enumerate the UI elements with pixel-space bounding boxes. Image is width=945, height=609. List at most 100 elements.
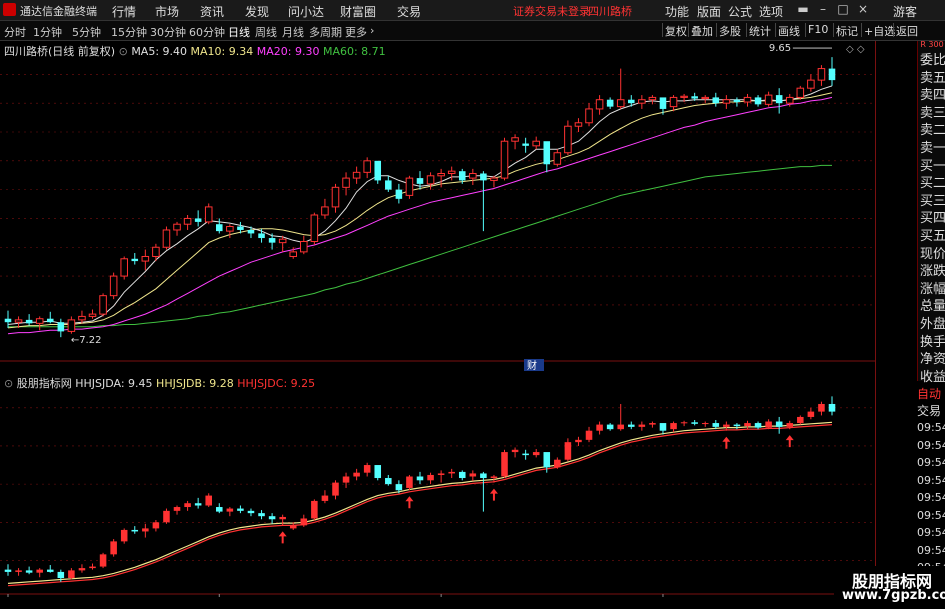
candle-body bbox=[289, 525, 297, 529]
btn-mark[interactable]: 标记 bbox=[833, 23, 860, 38]
btn-adjust[interactable]: 复权 bbox=[662, 23, 689, 38]
period-tab-60min[interactable]: 60分钟 bbox=[189, 24, 225, 40]
candle-body bbox=[289, 251, 298, 257]
candle-body bbox=[458, 471, 466, 479]
candle-body bbox=[247, 510, 255, 514]
indicator-title[interactable]: 股朋指标网 bbox=[17, 377, 72, 390]
indicator-settings-icon[interactable]: ⊙ bbox=[4, 377, 13, 390]
candle bbox=[828, 396, 836, 416]
candle bbox=[194, 210, 202, 227]
candle bbox=[638, 421, 646, 431]
period-tab-15min[interactable]: 15分钟 bbox=[111, 24, 147, 40]
legend-ma5: MA5: 9.40 bbox=[131, 45, 188, 58]
btn-back[interactable]: 返回 bbox=[893, 23, 920, 38]
period-tab-weekly[interactable]: 周线 bbox=[255, 24, 277, 40]
period-tab-multi[interactable]: 多周期 bbox=[309, 24, 342, 40]
candle bbox=[131, 253, 139, 265]
main-chart-title: 四川路桥(日线 前复权) bbox=[4, 45, 116, 58]
btn-multi-stock[interactable]: 多股 bbox=[716, 23, 743, 38]
signal-up-arrow bbox=[722, 436, 731, 449]
candle-body bbox=[268, 238, 276, 243]
menu-quotes[interactable]: 行情 bbox=[112, 3, 136, 20]
period-tab-30min[interactable]: 30分钟 bbox=[150, 24, 186, 40]
candle-body bbox=[764, 94, 773, 105]
menu-formula[interactable]: 公式 bbox=[728, 3, 752, 20]
settings-icon[interactable]: ⊙ bbox=[119, 45, 128, 58]
candle-body bbox=[585, 430, 593, 440]
guest-label[interactable]: 游客 bbox=[893, 3, 917, 20]
period-tab-timeshare[interactable]: 分时 bbox=[4, 24, 26, 40]
candle bbox=[564, 120, 572, 156]
period-tab-monthly[interactable]: 月线 bbox=[282, 24, 304, 40]
btn-draw[interactable]: 画线 bbox=[775, 23, 802, 38]
menu-trade[interactable]: 交易 bbox=[397, 3, 421, 20]
candle-body bbox=[57, 571, 65, 579]
minimize-icon[interactable]: – bbox=[815, 2, 831, 17]
candle bbox=[173, 221, 181, 236]
legend-hhjsjdc: HHJSJDC: 9.25 bbox=[237, 377, 316, 390]
btn-statistics[interactable]: 统计 bbox=[746, 23, 773, 38]
candle-body bbox=[775, 95, 783, 104]
candle bbox=[818, 401, 825, 416]
btn-f10[interactable]: F10 bbox=[805, 23, 830, 37]
menu-news[interactable]: 资讯 bbox=[200, 3, 224, 20]
menu-function[interactable]: 功能 bbox=[665, 3, 689, 20]
candle-body bbox=[57, 322, 65, 332]
auto-label[interactable]: 自动 bbox=[917, 385, 941, 402]
menu-discover[interactable]: 发现 bbox=[245, 3, 269, 20]
btn-overlay[interactable]: 叠加 bbox=[688, 23, 715, 38]
candle-body bbox=[110, 541, 117, 555]
maximize-icon[interactable]: □ bbox=[835, 2, 851, 17]
candle-body bbox=[342, 476, 350, 483]
candle-body bbox=[99, 554, 107, 567]
login-status[interactable]: 证券交易未登录 bbox=[513, 3, 590, 19]
menu-options[interactable]: 选项 bbox=[759, 3, 783, 20]
menu-ask[interactable]: 问小达 bbox=[288, 3, 324, 20]
candle bbox=[416, 471, 424, 485]
menu-icon[interactable]: ▬ bbox=[795, 2, 811, 17]
menu-wealth-circle[interactable]: 财富圈 bbox=[340, 3, 376, 20]
period-tab-5min[interactable]: 5分钟 bbox=[72, 24, 101, 40]
candle bbox=[216, 503, 223, 514]
candle-body bbox=[141, 255, 150, 262]
candle bbox=[321, 490, 329, 504]
candle bbox=[311, 499, 318, 521]
candle bbox=[511, 134, 519, 150]
candle bbox=[480, 471, 487, 512]
candle-body bbox=[342, 177, 350, 188]
trade-label[interactable]: 交易 bbox=[917, 402, 941, 419]
candle-body bbox=[554, 459, 561, 468]
menu-layout[interactable]: 版面 bbox=[697, 3, 721, 20]
candle bbox=[807, 74, 815, 92]
candle bbox=[4, 564, 12, 576]
close-icon[interactable]: × bbox=[855, 2, 871, 17]
candle bbox=[99, 293, 107, 317]
panel-badge[interactable]: R 300 bbox=[918, 41, 945, 49]
signal-up-arrow bbox=[785, 435, 794, 448]
candle bbox=[638, 95, 646, 109]
quote-label-4: 卖二 bbox=[920, 123, 945, 139]
menu-market[interactable]: 市场 bbox=[155, 3, 179, 20]
candle-body bbox=[616, 99, 625, 108]
candle-body bbox=[142, 528, 149, 532]
btn-add-favorite[interactable]: +自选 bbox=[861, 23, 897, 38]
candle bbox=[99, 552, 107, 569]
candle bbox=[701, 95, 710, 104]
quote-label-7: 买二 bbox=[920, 176, 945, 192]
period-tab-more[interactable]: 更多 bbox=[345, 24, 367, 40]
time-entry: 09:54 bbox=[917, 526, 945, 539]
candle-body bbox=[733, 99, 741, 103]
period-tab-daily[interactable]: 日线 bbox=[228, 24, 250, 40]
kline-chart[interactable]: 9.509.259.008.758.508.258.007.757.509.50… bbox=[0, 41, 876, 597]
app-logo-icon bbox=[3, 3, 16, 16]
candle-body bbox=[754, 423, 762, 428]
ma20-line bbox=[7, 96, 833, 335]
candle bbox=[712, 92, 720, 107]
period-tab-1min[interactable]: 1分钟 bbox=[33, 24, 62, 40]
candle bbox=[78, 564, 86, 573]
candle-body bbox=[828, 403, 836, 412]
candle-body bbox=[109, 275, 118, 297]
candle bbox=[15, 568, 22, 576]
candle-body bbox=[595, 99, 604, 110]
chevron-right-icon[interactable]: › bbox=[370, 24, 374, 37]
